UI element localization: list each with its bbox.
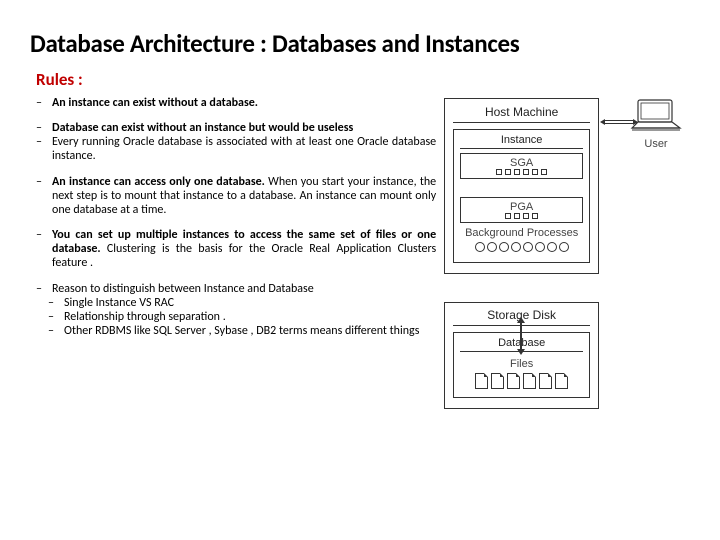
pool-icon <box>496 169 502 175</box>
arrow-head-right-icon <box>633 119 638 125</box>
rule-text: Database can exist without an instance b… <box>52 121 353 135</box>
rule-item: Reason to distinguish between Instance a… <box>36 282 436 296</box>
pool-icon <box>505 213 511 219</box>
file-icon <box>555 373 568 389</box>
rule-item: Database can exist without an instance b… <box>36 121 436 135</box>
instance-label: Instance <box>460 134 583 149</box>
rule-text: Single Instance VS RAC <box>64 296 174 310</box>
bidirectional-arrow <box>604 118 634 120</box>
file-icon <box>475 373 488 389</box>
rule-text: Clustering is the basis for the Oracle R… <box>52 242 436 270</box>
rule-subitem: Relationship through separation . <box>36 310 436 324</box>
process-icon <box>475 242 485 252</box>
pga-box: PGA <box>460 197 583 223</box>
file-icon <box>491 373 504 389</box>
rule-text-bold: An instance can access only one database… <box>52 175 265 189</box>
process-icon <box>535 242 545 252</box>
process-icon <box>511 242 521 252</box>
pool-icon <box>505 169 511 175</box>
process-icon <box>559 242 569 252</box>
laptop-icon <box>628 98 684 136</box>
pool-icon <box>523 213 529 219</box>
rules-list: An instance can exist without a database… <box>36 96 436 338</box>
user-laptop: User <box>620 98 692 150</box>
sga-pools <box>461 169 582 175</box>
file-icon <box>523 373 536 389</box>
file-icon <box>507 373 520 389</box>
architecture-diagram: Host Machine Instance SGA <box>444 98 690 409</box>
background-processes-label: Background Processes <box>460 227 583 239</box>
sga-label: SGA <box>510 157 533 169</box>
files-label: Files <box>460 358 583 370</box>
rule-text: Reason to distinguish between Instance a… <box>52 282 314 296</box>
page-title: Database Architecture : Databases and In… <box>30 28 690 59</box>
arrow-head-left-icon <box>600 119 605 125</box>
pga-pools <box>461 213 582 219</box>
user-label: User <box>620 138 692 150</box>
pool-icon <box>541 169 547 175</box>
process-icon <box>487 242 497 252</box>
rule-text: An instance can exist without a database… <box>52 96 258 110</box>
rule-item: An instance can exist without a database… <box>36 96 436 110</box>
process-icon <box>547 242 557 252</box>
rule-text: Relationship through separation . <box>64 310 226 324</box>
content-area: An instance can exist without a database… <box>30 96 690 409</box>
pga-label: PGA <box>510 201 533 213</box>
rule-text: Every running Oracle database is associa… <box>52 135 436 163</box>
rule-subitem: Single Instance VS RAC <box>36 296 436 310</box>
host-machine-box: Host Machine Instance SGA <box>444 98 599 274</box>
rule-item: You can set up multiple instances to acc… <box>36 228 436 270</box>
background-processes <box>460 242 583 252</box>
diagram-column: Host Machine Instance SGA <box>436 96 690 409</box>
file-icon <box>539 373 552 389</box>
rule-item: An instance can access only one database… <box>36 175 436 217</box>
instance-box: Instance SGA PGA <box>453 129 590 263</box>
connector-arrow <box>520 322 522 350</box>
files-row <box>460 373 583 389</box>
process-icon <box>523 242 533 252</box>
pool-icon <box>514 169 520 175</box>
host-machine-label: Host Machine <box>453 105 590 123</box>
rule-text: Other RDBMS like SQL Server , Sybase , D… <box>64 324 419 338</box>
sga-box: SGA <box>460 153 583 179</box>
pool-icon <box>532 169 538 175</box>
pool-icon <box>523 169 529 175</box>
rule-subitem: Other RDBMS like SQL Server , Sybase , D… <box>36 324 436 338</box>
pool-icon <box>514 213 520 219</box>
rule-item: Every running Oracle database is associa… <box>36 135 436 163</box>
pool-icon <box>532 213 538 219</box>
rules-column: An instance can exist without a database… <box>30 96 436 409</box>
rules-heading: Rules : <box>36 69 690 90</box>
process-icon <box>499 242 509 252</box>
